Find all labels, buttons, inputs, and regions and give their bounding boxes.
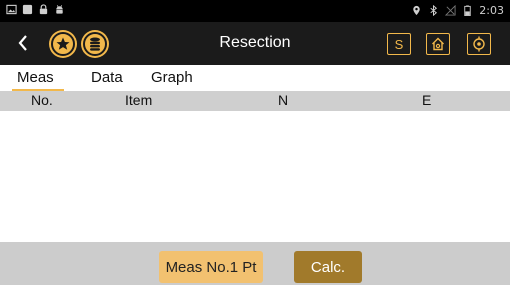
s-icon: S <box>394 36 404 52</box>
app-bar: Resection S <box>0 22 510 65</box>
column-header-n: N <box>278 92 289 108</box>
status-time: 2:03 <box>479 4 504 17</box>
tab-meas[interactable]: Meas <box>17 69 54 86</box>
meas-point-button[interactable]: Meas No.1 Pt <box>159 251 263 283</box>
home-settings-button[interactable] <box>426 33 450 55</box>
no-signal-icon <box>445 5 456 16</box>
location-icon <box>413 5 421 16</box>
square-icon <box>22 4 33 15</box>
battery-icon <box>464 5 472 16</box>
status-left-icons <box>6 4 65 15</box>
lock-icon <box>39 4 48 15</box>
status-right-icons: 2:03 <box>411 4 504 17</box>
tab-bar: Meas Data Graph <box>0 65 510 91</box>
s-button[interactable]: S <box>387 33 411 55</box>
column-header-e: E <box>422 92 432 108</box>
home-settings-icon <box>432 37 444 51</box>
bottom-action-bar: Meas No.1 Pt Calc. <box>0 242 510 285</box>
target-icon <box>473 36 485 52</box>
bluetooth-icon <box>430 5 438 16</box>
android-icon <box>56 5 63 14</box>
calc-button[interactable]: Calc. <box>294 251 362 283</box>
column-header-item: Item <box>125 92 153 108</box>
status-bar: 2:03 <box>0 0 510 22</box>
tab-graph[interactable]: Graph <box>151 69 193 86</box>
table-body[interactable] <box>0 111 510 242</box>
target-button[interactable] <box>467 33 491 55</box>
column-header-no: No. <box>31 92 53 108</box>
tab-data[interactable]: Data <box>91 69 123 86</box>
image-icon <box>6 4 17 15</box>
table-header: No. Item N E <box>0 91 510 111</box>
